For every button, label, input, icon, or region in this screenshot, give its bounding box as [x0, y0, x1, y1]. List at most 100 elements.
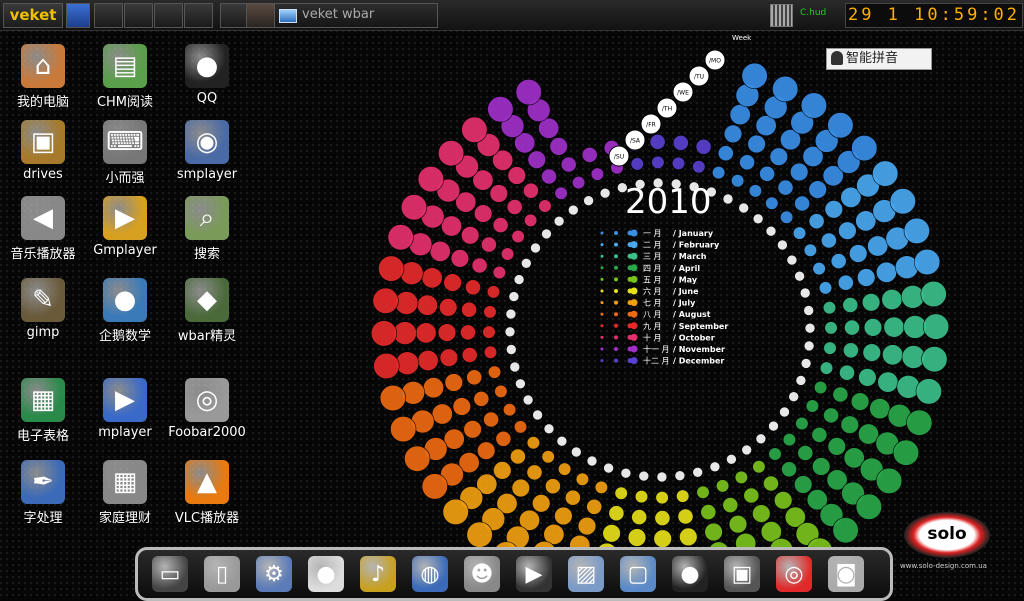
calendar-day-dot [395, 351, 420, 376]
monitor-icon[interactable]: ▢ [620, 556, 656, 592]
desktop-icon[interactable]: ◉ smplayer [162, 120, 252, 182]
desktop-icon[interactable]: ▲ VLC播放器 [162, 460, 252, 526]
calendar-day-dot [532, 494, 551, 513]
desktop-icon[interactable]: ▶ Gmplayer [80, 196, 170, 258]
globe-icon[interactable]: ◍ [412, 556, 448, 592]
legend-swatch [630, 357, 638, 365]
calendar-day-dot [913, 248, 941, 276]
calendar-day-dot [450, 249, 470, 268]
weekday-label: /MO [709, 58, 721, 65]
browser-launcher-icon[interactable] [66, 3, 90, 28]
workspace-2-button[interactable] [124, 3, 153, 28]
calendar-day-dot [505, 308, 517, 320]
desktop-icon[interactable]: ⌕ 搜索 [162, 196, 252, 262]
desktop-icon-label: Gmplayer [93, 243, 157, 258]
desktop-icon-label: wbar精灵 [177, 329, 237, 344]
calendar-day-dot [780, 210, 794, 224]
weekday-label: /SU [614, 154, 624, 161]
calendar-day-dot [803, 243, 818, 257]
lifebuoy-icon[interactable]: ◎ [776, 556, 812, 592]
legend-dot [614, 312, 618, 317]
desktop-icon[interactable]: ▦ 电子表格 [0, 378, 88, 444]
calendar-day-dot [416, 294, 438, 316]
legend-month-en: / October [673, 333, 715, 342]
calendar-day-dot [560, 156, 577, 173]
calendar-day-dot [731, 174, 745, 188]
calendar-day-dot [651, 155, 665, 169]
calendar-day-dot [486, 285, 501, 299]
calendar-day-dot [922, 313, 950, 340]
desktop-icon[interactable]: ⌨ 小而强 [80, 120, 170, 186]
network-indicator[interactable]: C.hud [800, 8, 840, 22]
calendar-day-dot [373, 352, 400, 380]
calendar-day-dot [506, 199, 523, 215]
desktop-icon[interactable]: ✎ gimp [0, 278, 88, 340]
legend-dot [600, 266, 604, 270]
desktop-icon[interactable]: ▶ mplayer [80, 378, 170, 440]
penguin-icon[interactable]: ● [308, 556, 344, 592]
desktop-icon[interactable]: ▦ 家庭理财 [80, 460, 170, 526]
legend-swatch [630, 310, 638, 318]
calendar-day-dot [830, 253, 847, 269]
legend-swatch [630, 241, 638, 249]
calendar-day-dot [544, 478, 561, 495]
calendar-day-dot [429, 240, 451, 262]
folder-icon[interactable]: ▭ [152, 556, 188, 592]
calendar-day-dot [728, 515, 748, 534]
workspace-4-button[interactable] [184, 3, 213, 28]
calendar-day-dot [695, 138, 712, 155]
trash-icon[interactable]: ▯ [204, 556, 240, 592]
desktop-icon[interactable]: ● 企鹅数学 [80, 278, 170, 344]
desktop-icon[interactable]: ◎ Foobar2000 [162, 378, 252, 440]
calendar-day-dot [493, 461, 512, 480]
legend-dot [600, 301, 604, 305]
workspace-6-button[interactable] [246, 3, 275, 28]
calendar-day-dot [734, 470, 749, 485]
tray-monitor-icon[interactable] [770, 4, 793, 27]
music-icon[interactable]: ♪ [360, 556, 396, 592]
calendar-day-dot [492, 265, 506, 280]
legend-month-cn: 二 月 [643, 241, 662, 250]
calendar-day-dot [722, 193, 734, 205]
image-icon[interactable]: ▨ [568, 556, 604, 592]
clock[interactable]: 29 1 10:59:02 [845, 3, 1023, 28]
calendar-day-dot [883, 316, 905, 338]
calendar-day-dot [599, 187, 611, 199]
desktop-icon[interactable]: ▤ CHM阅读 [80, 44, 170, 110]
calendar-day-dot [586, 455, 598, 467]
settings-icon[interactable]: ⚙ [256, 556, 292, 592]
box-icon: ▣ [21, 120, 65, 164]
desktop-icon[interactable]: ◀ 音乐播放器 [0, 196, 88, 262]
calendar-day-dot [863, 318, 883, 337]
calendar-day-dot [797, 445, 814, 461]
calendar-day-dot [795, 416, 809, 431]
calendar-day-dot [463, 420, 482, 439]
camera-icon[interactable]: ◙ [828, 556, 864, 592]
desktop-icon[interactable]: ● QQ [162, 44, 252, 106]
workspace-5-button[interactable] [220, 3, 249, 28]
workspace-3-button[interactable] [154, 3, 183, 28]
desktop-icon[interactable]: ⌂ 我的电脑 [0, 44, 88, 110]
calendar-day-dot [772, 75, 799, 103]
workspace-1-button[interactable] [94, 3, 123, 28]
desktop-icon[interactable]: ◆ wbar精灵 [162, 278, 252, 344]
calendar-day-dot [700, 504, 717, 520]
clapper-icon[interactable]: ▶ [516, 556, 552, 592]
calendar-day-dot [729, 104, 751, 126]
screenshot-icon[interactable]: ▣ [724, 556, 760, 592]
start-menu-button[interactable]: veket [3, 3, 63, 28]
calendar-day-dot [851, 134, 878, 162]
robot-icon[interactable]: ☻ [464, 556, 500, 592]
keyboard-icon: ⌨ [103, 120, 147, 164]
calendar-day-dot [739, 154, 755, 171]
desktop-icon[interactable]: ✒ 字处理 [0, 460, 88, 526]
desktop-icon[interactable]: ▣ drives [0, 120, 88, 182]
taskbar-item-wbar[interactable]: veket wbar [274, 3, 438, 28]
calendar-day-dot [541, 168, 557, 185]
calendar-day-dot [515, 78, 542, 106]
calendar-day-dot [672, 135, 689, 151]
ime-indicator[interactable]: 智能拼音 [826, 48, 932, 70]
tux-icon[interactable]: ● [672, 556, 708, 592]
calendar-day-dot [521, 258, 532, 269]
wbar-icon: ◆ [185, 278, 229, 322]
